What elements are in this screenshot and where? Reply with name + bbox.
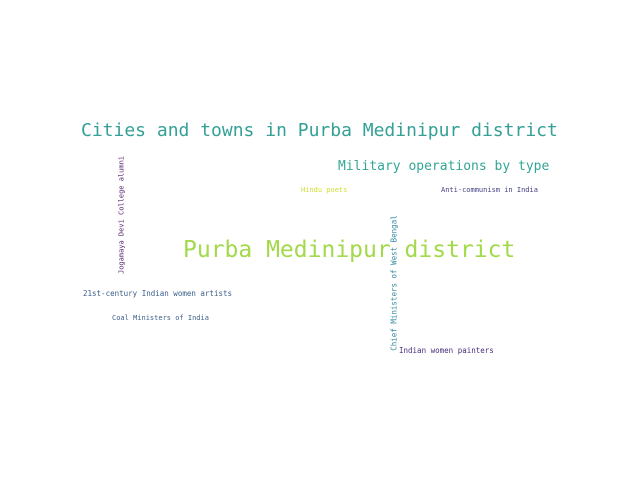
word-purba-medinipur-district: Purba Medinipur district	[183, 237, 516, 263]
word-jogamaya-devi-college-alumni: Jogamaya Devi College alumni	[117, 155, 126, 275]
word-hindu-poets: Hindu poets	[301, 186, 348, 194]
word-21st-century-indian-women-artists: 21st-century Indian women artists	[83, 289, 233, 298]
word-coal-ministers-of-india: Coal Ministers of India	[112, 314, 209, 322]
word-cities-and-towns-in-purba-medinipur-district: Cities and towns in Purba Medinipur dist…	[81, 120, 558, 141]
word-chief-ministers-of-west-bengal: Chief Ministers of West Bengal	[389, 215, 399, 351]
word-indian-women-painters: Indian women painters	[399, 346, 494, 355]
word-cloud: Cities and towns in Purba Medinipur dist…	[0, 0, 640, 480]
word-military-operations-by-type: Military operations by type	[338, 159, 550, 174]
word-anti-communism-in-india: Anti-communism in India	[441, 186, 538, 194]
